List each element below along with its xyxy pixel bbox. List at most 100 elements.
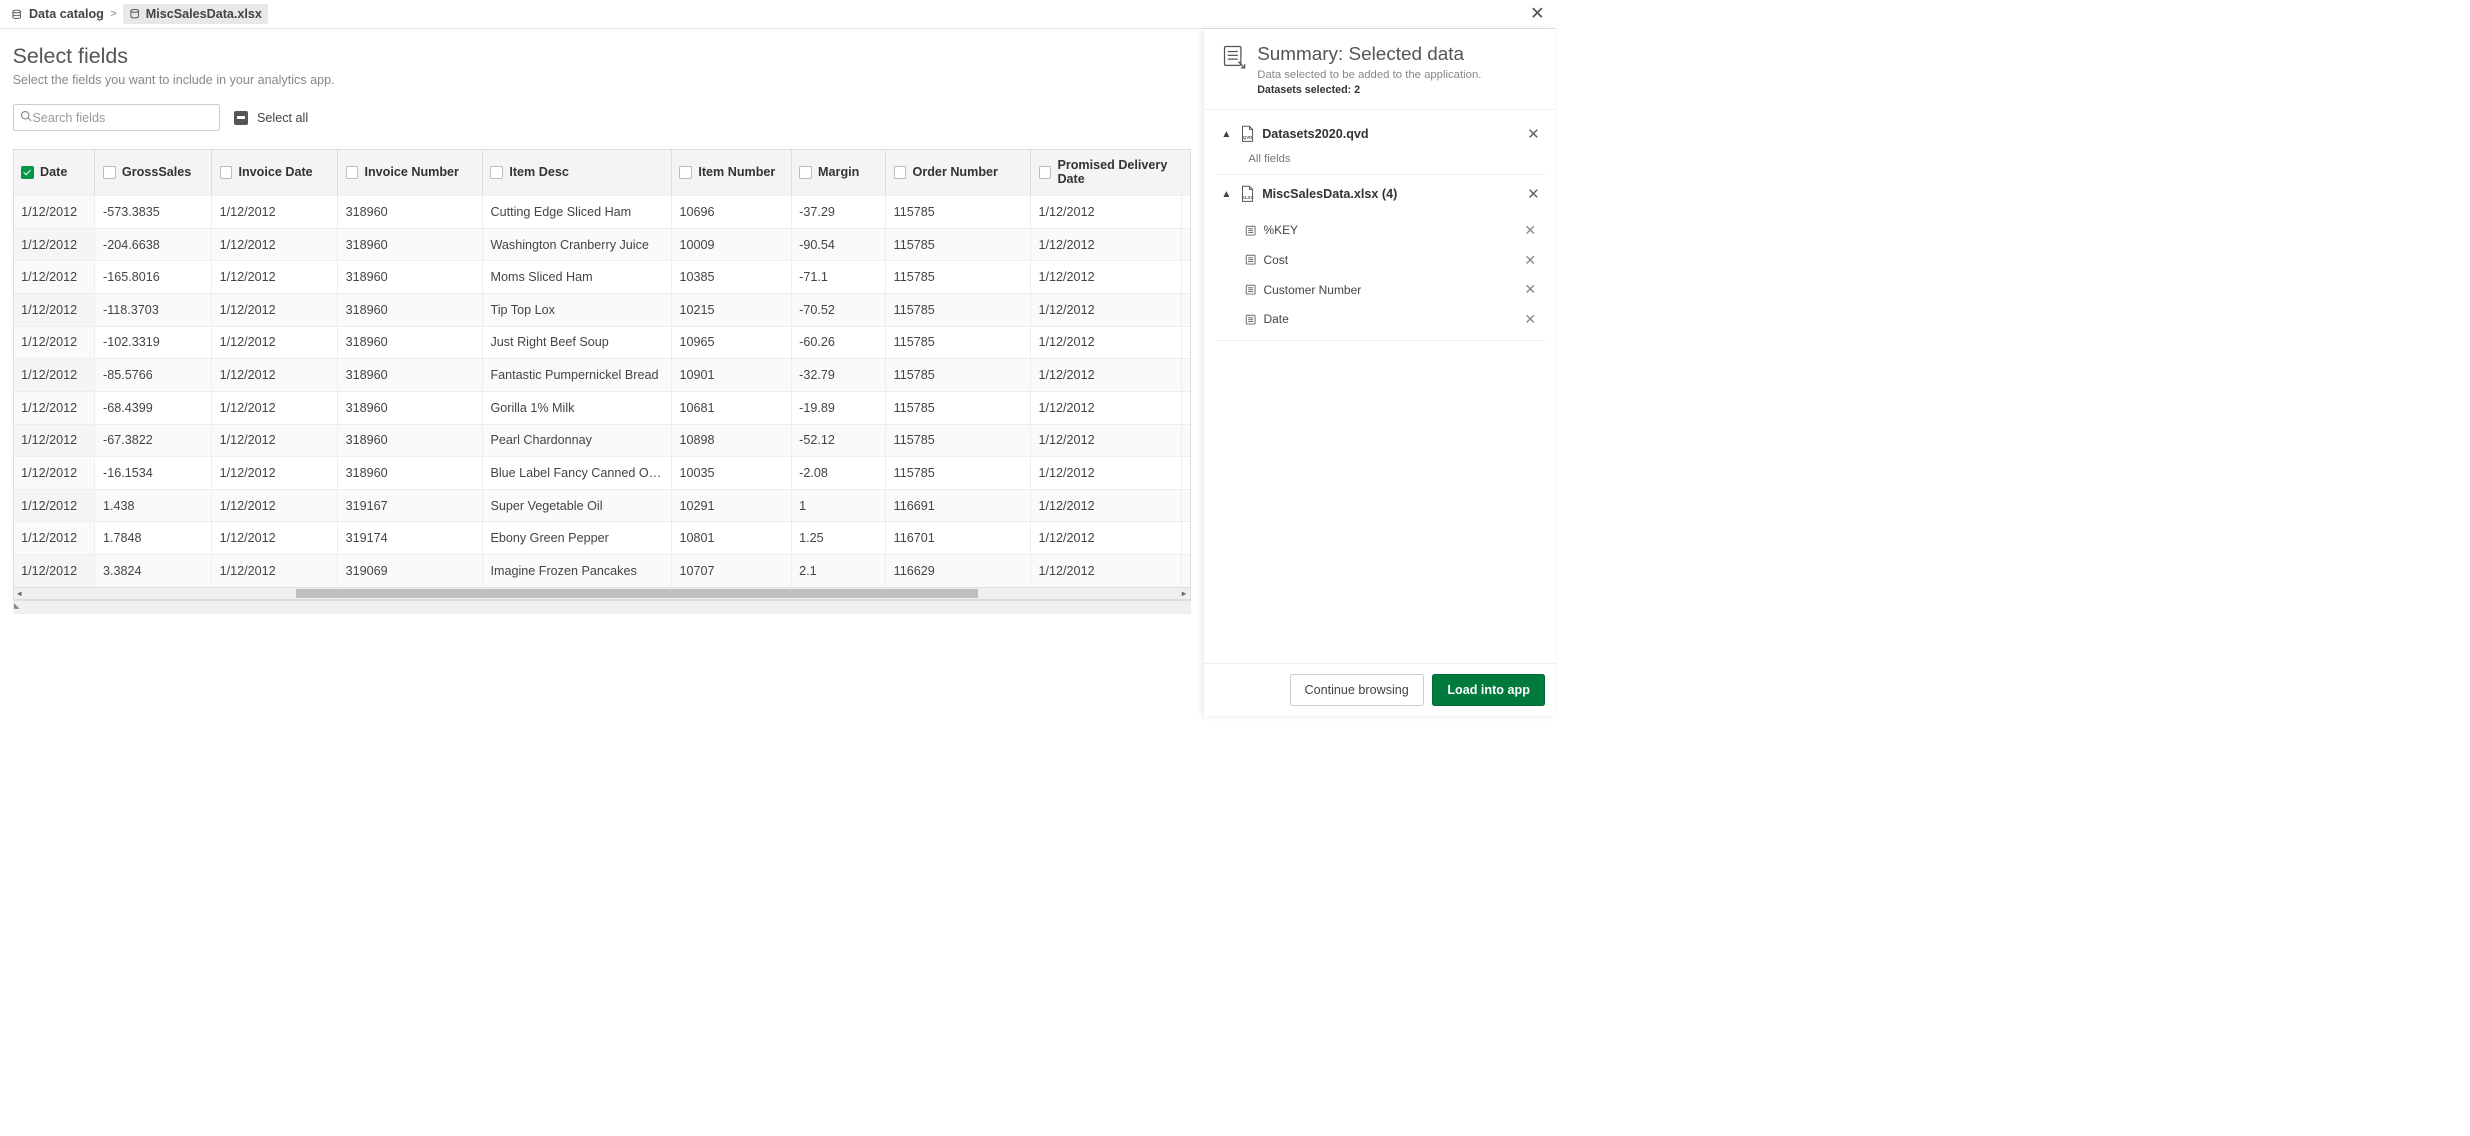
- table-cell: Cutting Edge Sliced Ham: [483, 196, 672, 228]
- column-header-item-desc[interactable]: Item Desc: [483, 150, 672, 196]
- load-into-app-button[interactable]: Load into app: [1432, 674, 1544, 705]
- column-label: GrossSales: [122, 165, 191, 179]
- table-cell: 1/12/2012: [212, 490, 338, 522]
- column-checkbox[interactable]: [490, 166, 503, 179]
- column-checkbox[interactable]: [799, 166, 812, 179]
- table-cell: 1/12/2012: [14, 294, 96, 326]
- table-cell: -204.6638: [95, 229, 212, 261]
- scroll-right-icon[interactable]: ►: [1178, 588, 1189, 600]
- table-cell: Just Right Beef Soup: [483, 327, 672, 359]
- resize-corner-icon: ◣: [14, 601, 20, 610]
- column-checkbox[interactable]: [220, 166, 233, 179]
- table-cell: 1/12/2012: [1031, 294, 1182, 326]
- table-cell: 318960: [338, 359, 483, 391]
- table-cell: Gorilla 1% Milk: [483, 392, 672, 424]
- table-row[interactable]: 1/12/2012-68.43991/12/2012318960Gorilla …: [14, 391, 1190, 424]
- close-button[interactable]: ✕: [1530, 5, 1545, 23]
- column-checkbox[interactable]: [1039, 166, 1052, 179]
- remove-field-button[interactable]: ✕: [1524, 252, 1536, 269]
- table-row[interactable]: 1/12/2012-16.15341/12/2012318960Blue Lab…: [14, 456, 1190, 489]
- catalog-icon: [11, 8, 22, 19]
- column-checkbox[interactable]: [346, 166, 359, 179]
- column-header-order-number[interactable]: Order Number: [886, 150, 1031, 196]
- table-cell: 1/12/2012: [1031, 327, 1182, 359]
- panel-resize-handle[interactable]: ◣: [13, 600, 1191, 614]
- column-header-item-number[interactable]: Item Number: [672, 150, 792, 196]
- select-all-label: Select all: [257, 111, 308, 125]
- remove-field-button[interactable]: ✕: [1524, 311, 1536, 328]
- dataset-header[interactable]: ▲QVDDatasets2020.qvd✕: [1216, 115, 1545, 153]
- table-cell: 318960: [338, 457, 483, 489]
- column-header-margin[interactable]: Margin: [792, 150, 887, 196]
- table-cell: Ebony Green Pepper: [483, 522, 672, 554]
- table-row[interactable]: 1/12/2012-85.57661/12/2012318960Fantasti…: [14, 358, 1190, 391]
- table-row[interactable]: 1/12/2012-573.38351/12/2012318960Cutting…: [14, 195, 1190, 228]
- continue-browsing-button[interactable]: Continue browsing: [1290, 674, 1424, 705]
- table-cell: 10707: [672, 555, 792, 587]
- table-row[interactable]: 1/12/2012-67.38221/12/2012318960Pearl Ch…: [14, 424, 1190, 457]
- chevron-up-icon[interactable]: ▲: [1221, 189, 1232, 200]
- summary-panel: Summary: Selected data Data selected to …: [1203, 29, 1556, 716]
- table-cell: 1/12/2012: [1031, 457, 1182, 489]
- column-checkbox[interactable]: [679, 166, 692, 179]
- table-cell: -37.29: [792, 196, 887, 228]
- table-cell: 10696: [672, 196, 792, 228]
- table-cell: -19.89: [792, 392, 887, 424]
- table-cell: Blue Label Fancy Canned Oysters: [483, 457, 672, 489]
- table-row[interactable]: 1/12/20121.78481/12/2012319174Ebony Gree…: [14, 521, 1190, 554]
- remove-dataset-button[interactable]: ✕: [1527, 185, 1540, 203]
- table-cell: 1/12/2012: [14, 425, 96, 457]
- table-cell: 1/12/2012: [212, 359, 338, 391]
- remove-field-button[interactable]: ✕: [1524, 281, 1536, 298]
- table-row[interactable]: 1/12/20121.4381/12/2012319167Super Veget…: [14, 489, 1190, 522]
- table-cell: 10965: [672, 327, 792, 359]
- table-cell: 1/12/2012: [14, 327, 96, 359]
- table-cell: -90.54: [792, 229, 887, 261]
- search-field-wrap[interactable]: [13, 104, 221, 130]
- breadcrumb-current[interactable]: MiscSalesData.xlsx: [123, 4, 268, 23]
- table-cell: 10681: [672, 392, 792, 424]
- table-row[interactable]: 1/12/2012-204.66381/12/2012318960Washing…: [14, 228, 1190, 261]
- table-row[interactable]: 1/12/2012-102.33191/12/2012318960Just Ri…: [14, 326, 1190, 359]
- chevron-up-icon[interactable]: ▲: [1221, 129, 1232, 140]
- breadcrumb-current-label: MiscSalesData.xlsx: [146, 7, 262, 21]
- scrollbar-thumb[interactable]: [296, 589, 978, 598]
- breadcrumb-root[interactable]: Data catalog: [29, 7, 104, 21]
- table-row[interactable]: 1/12/20123.38241/12/2012319069Imagine Fr…: [14, 554, 1190, 587]
- column-header-invoice-date[interactable]: Invoice Date: [212, 150, 338, 196]
- table-cell: 10035: [672, 457, 792, 489]
- search-input[interactable]: [32, 111, 213, 125]
- field-name: Cost: [1263, 253, 1288, 267]
- table-cell: -52.12: [792, 425, 887, 457]
- remove-dataset-button[interactable]: ✕: [1527, 125, 1540, 143]
- table-cell: 10385: [672, 261, 792, 293]
- table-cell: 10898: [672, 425, 792, 457]
- table-cell: 10901: [672, 359, 792, 391]
- table-cell: 1/12/2012: [14, 522, 96, 554]
- table-row[interactable]: 1/12/2012-165.80161/12/2012318960Moms Sl…: [14, 260, 1190, 293]
- horizontal-scrollbar[interactable]: ◄ ►: [14, 587, 1190, 600]
- column-header-grosssales[interactable]: GrossSales: [95, 150, 212, 196]
- page-subtitle: Select the fields you want to include in…: [13, 73, 1191, 87]
- column-checkbox[interactable]: [21, 166, 34, 179]
- table-cell: Imagine Frozen Pancakes: [483, 555, 672, 587]
- table-cell: 318960: [338, 294, 483, 326]
- remove-field-button[interactable]: ✕: [1524, 222, 1536, 239]
- column-label: Date: [40, 165, 67, 179]
- column-checkbox[interactable]: [103, 166, 116, 179]
- select-all-toggle[interactable]: Select all: [234, 111, 308, 125]
- dataset-item: ▲QVDDatasets2020.qvd✕All fields: [1216, 115, 1545, 175]
- table-row[interactable]: 1/12/2012-118.37031/12/2012318960Tip Top…: [14, 293, 1190, 326]
- column-header-promised-delivery-date[interactable]: Promised Delivery Date: [1031, 150, 1182, 196]
- table-cell: 116701: [886, 522, 1031, 554]
- table-cell: 319167: [338, 490, 483, 522]
- scroll-left-icon[interactable]: ◄: [14, 588, 25, 600]
- column-header-date[interactable]: Date: [14, 150, 96, 196]
- dataset-header[interactable]: ▲XLSXMiscSalesData.xlsx (4)✕: [1216, 175, 1545, 213]
- column-checkbox[interactable]: [894, 166, 907, 179]
- table-cell: 10801: [672, 522, 792, 554]
- table-cell: 1.25: [792, 522, 887, 554]
- table-cell: -67.3822: [95, 425, 212, 457]
- summary-subtitle: Data selected to be added to the applica…: [1257, 69, 1481, 81]
- column-header-invoice-number[interactable]: Invoice Number: [338, 150, 483, 196]
